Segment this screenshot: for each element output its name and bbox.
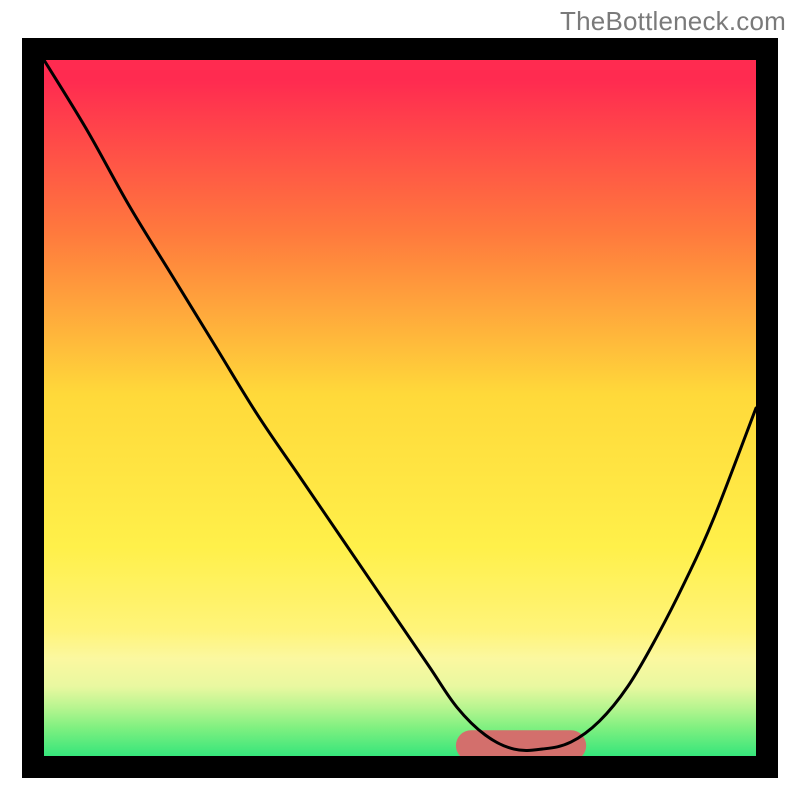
chart-frame	[22, 38, 778, 778]
bottleneck-curve	[44, 60, 756, 750]
curve-layer	[44, 60, 756, 756]
plot-area	[44, 60, 756, 756]
chart-root: TheBottleneck.com	[0, 0, 800, 800]
watermark-text: TheBottleneck.com	[560, 6, 786, 37]
